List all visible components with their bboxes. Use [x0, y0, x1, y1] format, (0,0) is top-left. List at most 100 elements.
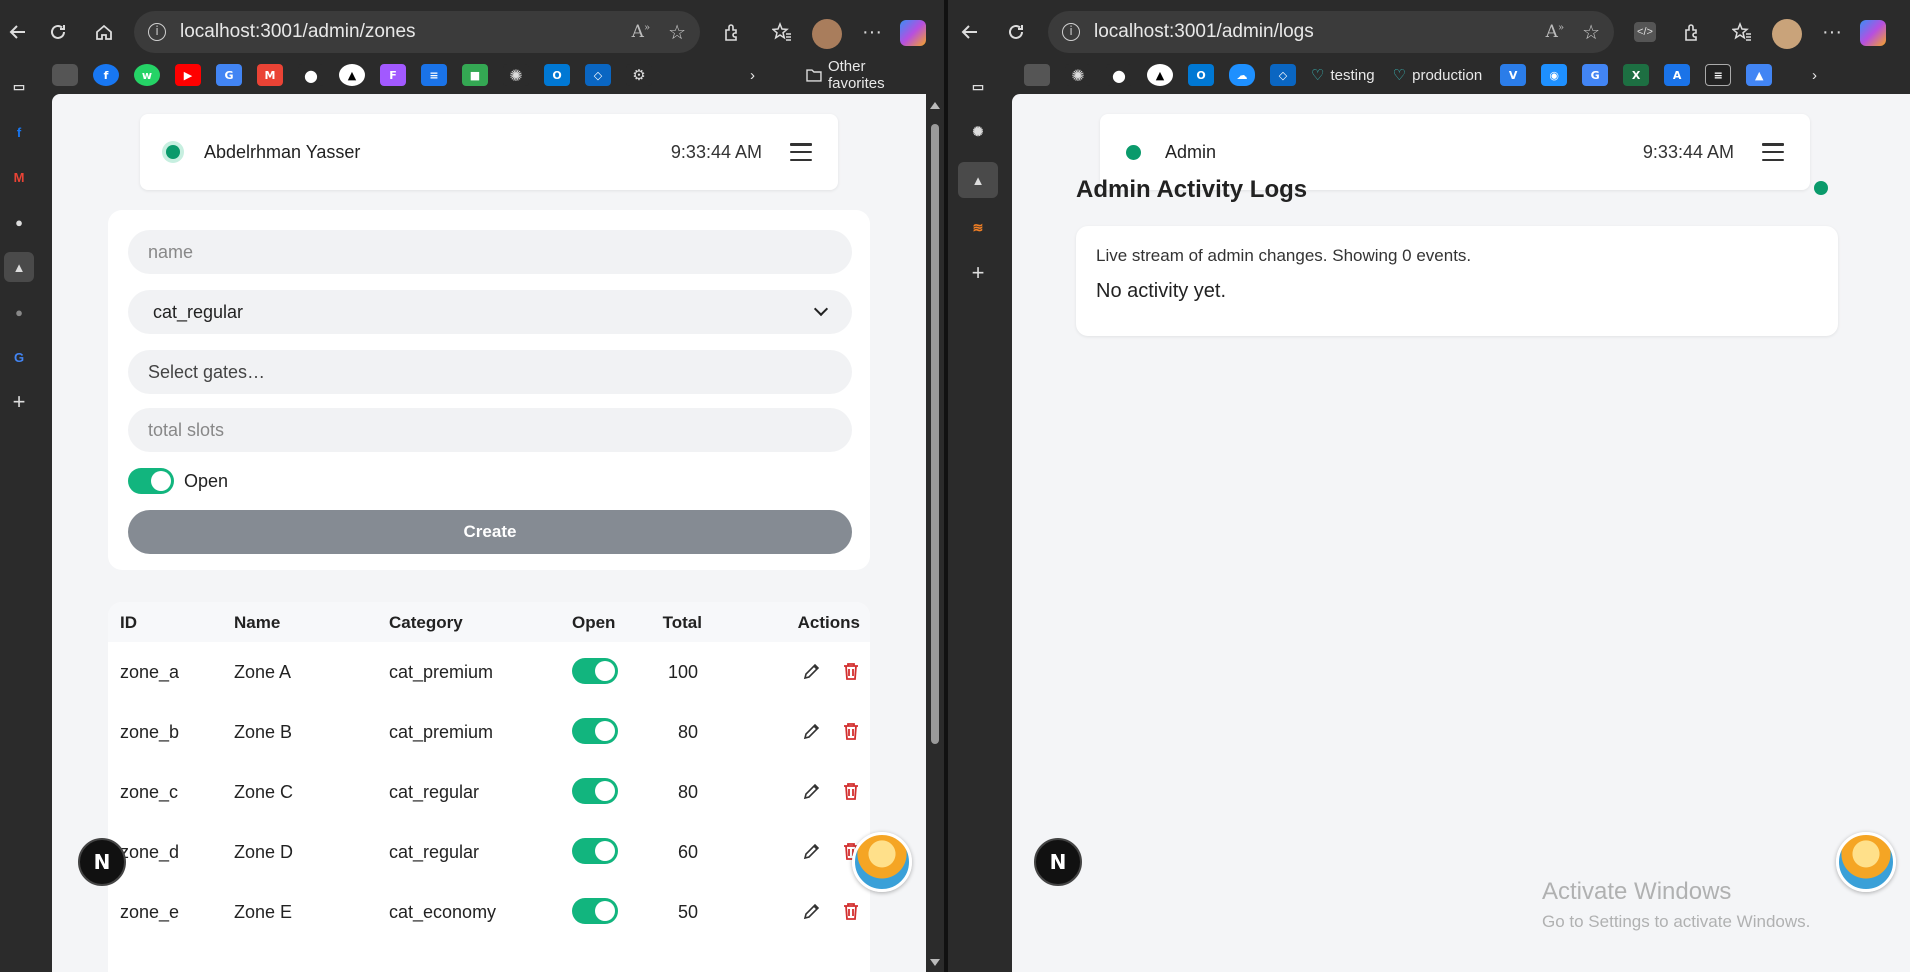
zone-name-input[interactable]: name: [128, 230, 852, 274]
scroll-up-icon[interactable]: [930, 102, 940, 109]
menu-icon[interactable]: [790, 143, 812, 161]
back-icon[interactable]: [0, 14, 36, 50]
sidebar-chatgpt-icon[interactable]: ✺: [963, 117, 993, 147]
fav-stripes-icon[interactable]: ≡: [1705, 64, 1732, 86]
fav-azure-icon[interactable]: A: [1664, 64, 1691, 86]
fav-vercel-icon[interactable]: ▲: [1147, 64, 1173, 86]
delete-trash-icon[interactable]: [842, 901, 860, 921]
favorite-star-icon[interactable]: ☆: [1582, 20, 1600, 45]
fav-github-icon[interactable]: ●: [298, 64, 324, 86]
page-scrollbar[interactable]: [926, 94, 944, 972]
devtools-icon[interactable]: </>: [1634, 22, 1656, 42]
profile-avatar[interactable]: [1772, 19, 1802, 49]
row-open-toggle[interactable]: [572, 898, 618, 924]
favorites-icon[interactable]: [1724, 14, 1760, 50]
home-icon[interactable]: [86, 14, 122, 50]
fav-vercel-icon[interactable]: ▲: [339, 64, 365, 86]
edit-pencil-icon[interactable]: [802, 781, 822, 801]
sidebar-vercel-icon[interactable]: ▲: [958, 162, 998, 198]
sidebar-github-2-icon[interactable]: ●: [4, 297, 34, 327]
copilot-icon[interactable]: [1860, 20, 1886, 46]
category-select[interactable]: cat_regular: [128, 290, 852, 334]
scrollbar-thumb[interactable]: [931, 124, 939, 744]
fav-figma-icon[interactable]: F: [380, 64, 406, 86]
fav-outlook-icon[interactable]: O: [1188, 64, 1214, 86]
sidebar-github-icon[interactable]: ●: [4, 207, 34, 237]
fav-facebook-icon[interactable]: f: [93, 64, 119, 86]
extensions-icon[interactable]: [1674, 14, 1710, 50]
sidebar-stackoverflow-icon[interactable]: ≋: [963, 213, 993, 243]
fav-testing[interactable]: ♡ testing: [1311, 66, 1375, 85]
fav-meet-icon[interactable]: ■: [462, 64, 488, 86]
fav-onedrive-icon[interactable]: ☁: [1229, 64, 1255, 86]
sidebar-gmail-icon[interactable]: M: [4, 162, 34, 192]
nextjs-dev-badge[interactable]: N: [78, 838, 126, 886]
tab-actions-icon[interactable]: ▭: [4, 72, 34, 102]
fav-outlook-icon[interactable]: O: [544, 64, 570, 86]
scroll-down-icon[interactable]: [930, 959, 940, 966]
delete-trash-icon[interactable]: [842, 721, 860, 741]
other-favorites[interactable]: Other favorites: [806, 58, 926, 92]
sidebar-add-icon[interactable]: +: [963, 258, 993, 288]
fav-gmail-icon[interactable]: M: [257, 64, 283, 86]
fav-chatgpt-icon[interactable]: ✺: [1065, 64, 1091, 86]
more-menu-icon[interactable]: ···: [1814, 14, 1850, 50]
refresh-icon[interactable]: [998, 14, 1034, 50]
copilot-icon[interactable]: [900, 20, 926, 46]
fav-translate-icon[interactable]: G: [216, 64, 242, 86]
fav-excel-icon[interactable]: X: [1623, 64, 1650, 86]
nextjs-dev-badge[interactable]: N: [1034, 838, 1082, 886]
read-aloud-icon[interactable]: A»: [632, 22, 650, 42]
address-bar[interactable]: i localhost:3001/admin/logs A» ☆: [1048, 11, 1614, 53]
menu-icon[interactable]: [1762, 143, 1784, 161]
fav-tab-icon[interactable]: [52, 64, 78, 86]
edit-pencil-icon[interactable]: [802, 661, 822, 681]
edit-pencil-icon[interactable]: [802, 721, 822, 741]
sidebar-translate-icon[interactable]: G: [4, 342, 34, 372]
site-info-icon[interactable]: i: [1062, 23, 1080, 41]
back-icon[interactable]: [952, 14, 988, 50]
address-bar[interactable]: i localhost:3001/admin/zones A» ☆: [134, 11, 700, 53]
tab-actions-icon[interactable]: ▭: [963, 72, 993, 102]
fav-chatgpt-icon[interactable]: ✺: [503, 64, 529, 86]
fav-youtube-icon[interactable]: ▶: [175, 64, 201, 86]
fav-github-icon[interactable]: ●: [1106, 64, 1132, 86]
extensions-icon[interactable]: [714, 14, 750, 50]
row-open-toggle[interactable]: [572, 658, 618, 684]
read-aloud-icon[interactable]: A»: [1546, 22, 1564, 42]
more-menu-icon[interactable]: ···: [854, 14, 890, 50]
favorites-icon[interactable]: [764, 14, 800, 50]
edit-pencil-icon[interactable]: [802, 841, 822, 861]
edit-pencil-icon[interactable]: [802, 901, 822, 921]
row-open-toggle[interactable]: [572, 778, 618, 804]
sidebar-vercel-icon[interactable]: ▲: [4, 252, 34, 282]
fav-drive-icon[interactable]: ▲: [1746, 64, 1773, 86]
row-open-toggle[interactable]: [572, 838, 618, 864]
delete-trash-icon[interactable]: [842, 781, 860, 801]
fav-more-chevron-icon[interactable]: ›: [1812, 67, 1817, 84]
fav-production[interactable]: ♡ production: [1393, 66, 1483, 85]
fav-web-icon[interactable]: ◉: [1541, 64, 1568, 86]
fav-tab-icon[interactable]: [1024, 64, 1050, 86]
sidebar-facebook-icon[interactable]: f: [4, 117, 34, 147]
row-open-toggle[interactable]: [572, 718, 618, 744]
fav-translate-icon[interactable]: G: [1582, 64, 1609, 86]
fav-rtl-icon[interactable]: ⚙: [626, 64, 652, 86]
floating-avatar[interactable]: [1836, 832, 1896, 892]
site-info-icon[interactable]: i: [148, 23, 166, 41]
open-toggle[interactable]: [128, 468, 174, 494]
profile-avatar[interactable]: [812, 19, 842, 49]
floating-avatar[interactable]: [852, 832, 912, 892]
fav-forms-icon[interactable]: ≡: [421, 64, 447, 86]
delete-trash-icon[interactable]: [842, 661, 860, 681]
fav-whatsapp-icon[interactable]: w: [134, 64, 160, 86]
create-button[interactable]: Create: [128, 510, 852, 554]
favorite-star-icon[interactable]: ☆: [668, 20, 686, 45]
refresh-icon[interactable]: [40, 14, 76, 50]
fav-azure-devops-icon[interactable]: ◇: [585, 64, 611, 86]
total-slots-input[interactable]: total slots: [128, 408, 852, 452]
fav-more-chevron-icon[interactable]: ›: [750, 67, 755, 84]
sidebar-add-icon[interactable]: +: [4, 387, 34, 417]
gates-select[interactable]: Select gates…: [128, 350, 852, 394]
fav-v-icon[interactable]: V: [1500, 64, 1527, 86]
